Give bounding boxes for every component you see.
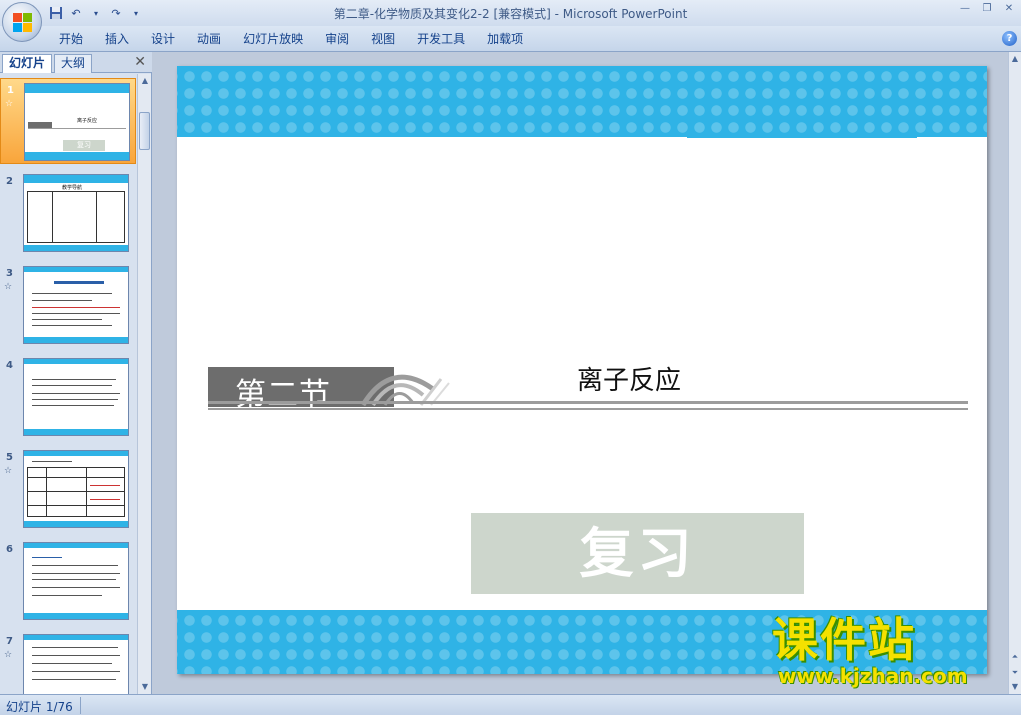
slide-top-band: [177, 66, 987, 137]
window-controls: — ❐ ✕: [959, 3, 1015, 15]
window-title: 第二章-化学物质及其变化2-2 [兼容模式] - Microsoft Power…: [0, 5, 1021, 22]
slide-number: 5: [6, 452, 13, 463]
tab-review[interactable]: 审阅: [314, 30, 360, 48]
watermark-logo: 课件站: [772, 613, 916, 667]
slide-number: 7: [6, 636, 13, 647]
tab-addins[interactable]: 加载项: [476, 30, 534, 48]
title-separator: -: [550, 7, 563, 21]
animation-star-icon: ☆: [4, 282, 13, 292]
tab-view[interactable]: 视图: [360, 30, 406, 48]
tab-developer[interactable]: 开发工具: [406, 30, 476, 48]
slide-thumbnail-2[interactable]: 2 教学导航: [0, 170, 136, 256]
tab-outline[interactable]: 大纲: [54, 54, 93, 73]
title-rule: [208, 401, 968, 404]
close-pane-icon[interactable]: ✕: [134, 54, 146, 70]
pane-tabs: 幻灯片 大纲 ✕: [0, 52, 152, 73]
slide-thumbnail-5[interactable]: 5 ☆: [0, 446, 136, 532]
tab-slideshow[interactable]: 幻灯片放映: [232, 30, 314, 48]
slide-thumbnail-3[interactable]: 3 ☆: [0, 262, 136, 348]
tab-animations[interactable]: 动画: [186, 30, 232, 48]
tab-design[interactable]: 设计: [140, 30, 186, 48]
close-window-icon[interactable]: ✕: [1003, 3, 1015, 15]
ribbon: 开始 插入 设计 动画 幻灯片放映 审阅 视图 开发工具 加载项 ?: [0, 26, 1021, 52]
next-slide-icon[interactable]: ⏷: [1009, 666, 1021, 680]
main-scroll-down-icon[interactable]: ▼: [1009, 680, 1021, 694]
title-bar: ↶ ▾ ↷ ▾ 第二章-化学物质及其变化2-2 [兼容模式] - Microso…: [0, 0, 1021, 26]
main-scroll-up-icon[interactable]: ▲: [1009, 52, 1021, 66]
thumbnail-image: [23, 634, 129, 694]
thumbnail-image: [23, 450, 129, 528]
minimize-icon[interactable]: —: [959, 3, 971, 15]
thumbnail-image: [23, 358, 129, 436]
slide-number: 6: [6, 544, 13, 555]
scrollbar-thumb[interactable]: [139, 112, 150, 150]
slide-number: 2: [6, 176, 13, 187]
slide-canvas[interactable]: 第二节 离子反应 复习: [177, 66, 987, 674]
watermark-url: www.kjzhan.com: [778, 664, 968, 688]
status-bar: 幻灯片 1/76: [0, 694, 1021, 715]
slide-thumbnail-4[interactable]: 4: [0, 354, 136, 440]
document-title: 第二章-化学物质及其变化2-2 [兼容模式]: [333, 7, 551, 21]
thumbnail-list: 1 ☆ 离子反应 复习 2 教学导航 3 ☆ 4 5 ☆ 6 7 ☆: [0, 74, 136, 694]
slide-counter: 幻灯片 1/76: [6, 700, 73, 714]
thumbnail-image: 离子反应 复习: [24, 83, 130, 161]
tab-insert[interactable]: 插入: [94, 30, 140, 48]
top-band-notch: [687, 134, 917, 138]
slide-thumbnail-7[interactable]: 7 ☆: [0, 630, 136, 694]
tab-slides[interactable]: 幻灯片: [2, 54, 53, 73]
office-logo-icon: [13, 13, 32, 32]
tab-home[interactable]: 开始: [48, 30, 94, 48]
help-icon[interactable]: ?: [1002, 31, 1017, 46]
animation-star-icon: ☆: [4, 466, 13, 476]
thumbnail-image: [23, 542, 129, 620]
slide-number: 3: [6, 268, 13, 279]
scroll-up-icon[interactable]: ▲: [138, 74, 152, 88]
thumbnail-image: [23, 266, 129, 344]
thumbnail-image: 教学导航: [23, 174, 129, 252]
title-rule-secondary: [208, 408, 968, 410]
slide-number: 4: [6, 360, 13, 371]
mini-review-box: 复习: [63, 140, 105, 151]
slides-pane: 幻灯片 大纲 ✕ 1 ☆ 离子反应 复习 2 教学导航 3 ☆ 4 5 ☆ 6 …: [0, 52, 152, 694]
slide-title: 离子反应: [577, 366, 682, 396]
animation-star-icon: ☆: [5, 99, 14, 109]
mini-slide-title: 教学导航: [62, 185, 83, 191]
scroll-down-icon[interactable]: ▼: [138, 680, 152, 694]
restore-icon[interactable]: ❐: [981, 3, 993, 15]
mini-slide-title: 离子反应: [77, 118, 98, 124]
previous-slide-icon[interactable]: ⏶: [1009, 650, 1021, 664]
office-button[interactable]: [2, 2, 42, 42]
thumbnail-scrollbar[interactable]: ▲ ▼: [137, 74, 151, 694]
app-name: Microsoft PowerPoint: [562, 7, 688, 21]
slide-thumbnail-1[interactable]: 1 ☆ 离子反应 复习: [0, 78, 136, 164]
slide-number: 1: [7, 85, 14, 96]
review-label: 复习: [579, 521, 696, 585]
status-separator: [80, 697, 81, 714]
animation-star-icon: ☆: [4, 650, 13, 660]
slide-thumbnail-6[interactable]: 6: [0, 538, 136, 624]
ribbon-tabs: 开始 插入 设计 动画 幻灯片放映 审阅 视图 开发工具 加载项: [48, 30, 534, 48]
main-scrollbar[interactable]: ▲ ⏶ ⏷ ▼: [1008, 52, 1021, 694]
